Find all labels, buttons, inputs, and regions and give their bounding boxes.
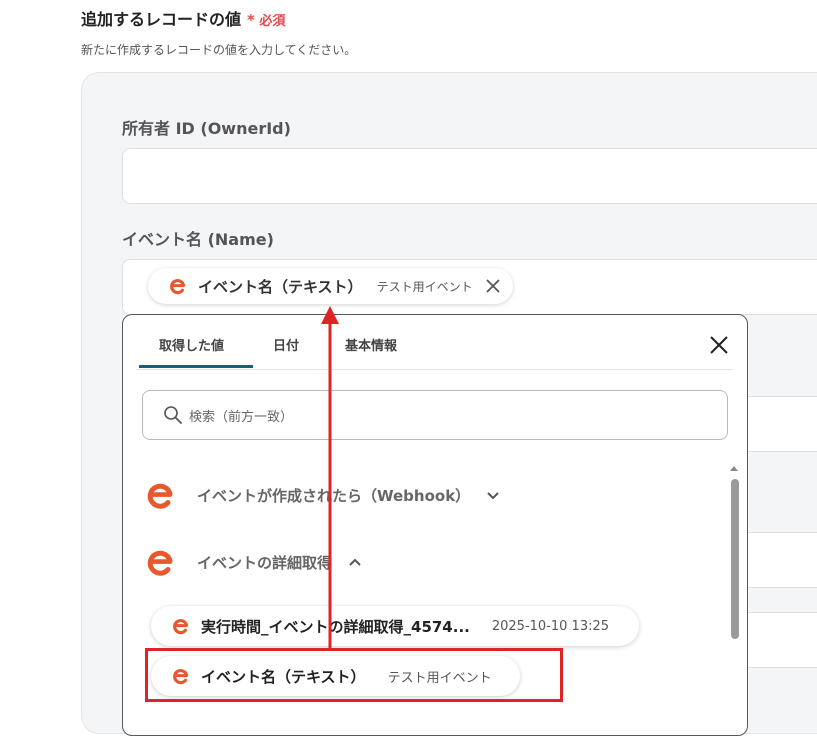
section-subtitle: 新たに作成するレコードの値を入力してください。 [81,43,357,57]
scrollbar-thumb[interactable] [731,479,739,639]
owner-id-label: 所有者 ID (OwnerId) [122,119,291,138]
event-name-label: イベント名 (Name) [122,230,274,249]
tab-active-indicator [139,365,253,368]
event-name-chip[interactable]: イベント名（テキスト） テスト用イベント [148,268,513,304]
annotation-highlight-box [145,648,563,702]
eventbrite-e-icon [173,619,189,635]
eventbrite-e-icon [170,279,186,295]
tab-basic-info[interactable]: 基本情報 [345,335,397,354]
list-item-execution-time[interactable]: 実行時間_イベントの詳細取得_4574... 2025-10-10 13:25 [151,606,640,646]
close-icon[interactable] [485,278,501,294]
required-badge: * 必須 [247,11,286,29]
scroll-up-arrow-icon[interactable] [729,463,739,473]
tab-date[interactable]: 日付 [273,335,299,354]
chevron-up-icon [349,558,361,566]
chip-label: イベント名（テキスト） [198,277,363,296]
close-icon[interactable] [709,335,729,355]
eventbrite-e-icon [147,550,173,576]
annotation-arrow [321,306,339,648]
tab-divider [137,369,733,370]
chevron-down-icon [487,492,499,500]
search-input[interactable]: 検索（前方一致） [142,390,728,440]
owner-id-input[interactable] [122,148,817,204]
tab-retrieved-values[interactable]: 取得した値 [159,335,224,354]
search-icon [164,406,182,424]
section-title: 追加するレコードの値 * 必須 [81,10,286,29]
chip-value: テスト用イベント [376,279,473,294]
eventbrite-e-icon [147,483,173,509]
